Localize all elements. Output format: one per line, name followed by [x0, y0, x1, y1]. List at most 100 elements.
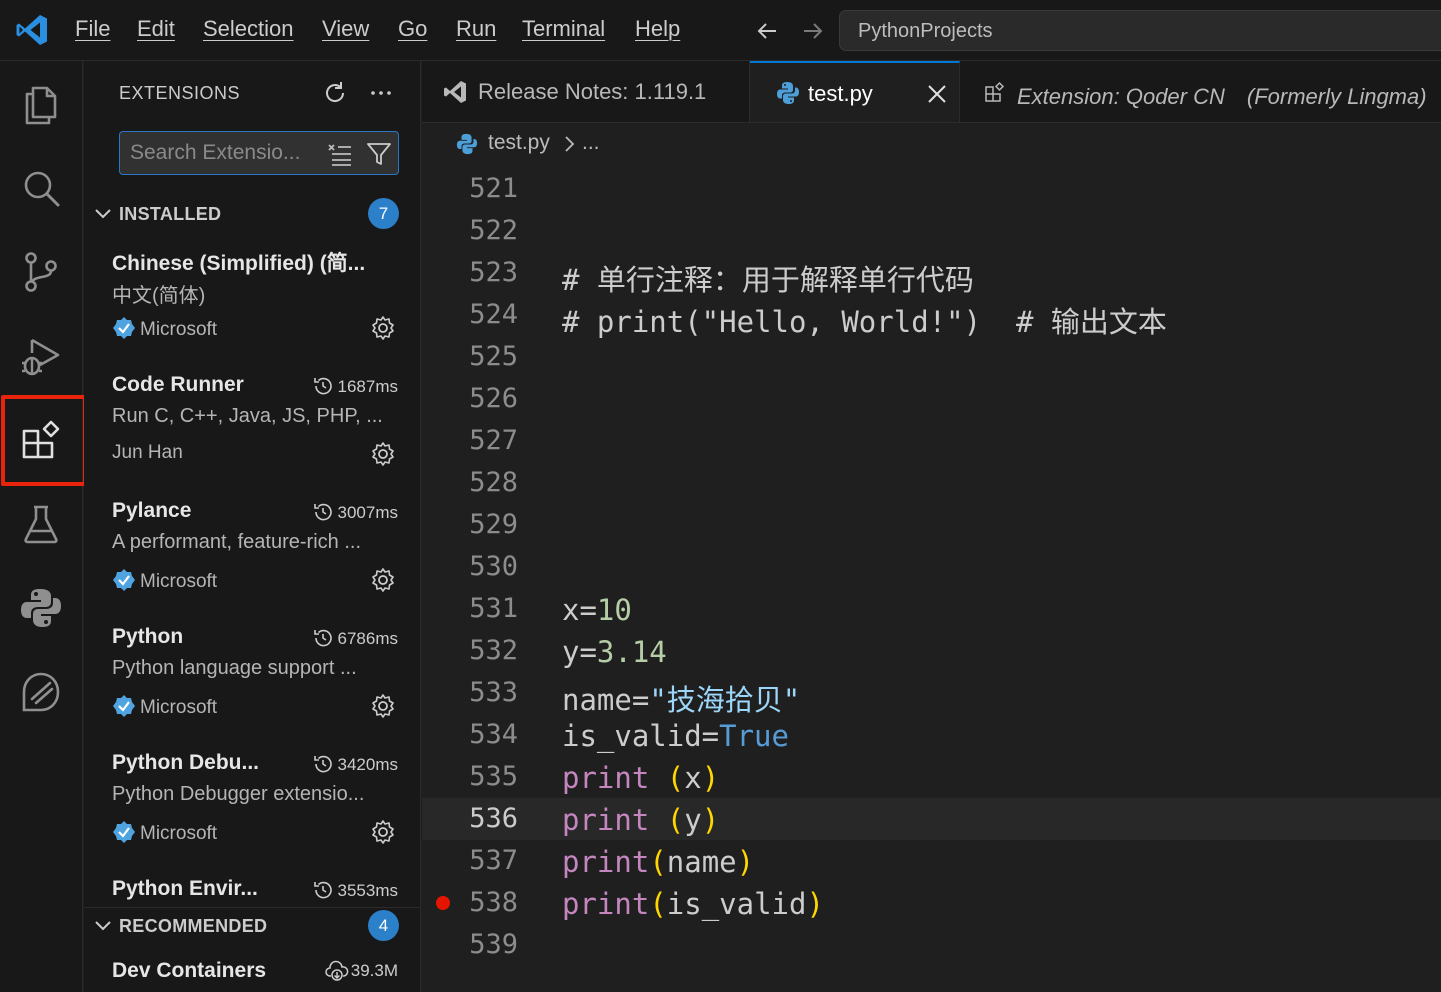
gear-icon[interactable]	[370, 315, 396, 341]
extension-publisher: Microsoft	[112, 568, 217, 593]
refresh-icon[interactable]	[322, 80, 348, 106]
menu-run[interactable]: Run	[456, 16, 496, 42]
code-line: 531 x=10	[422, 588, 1441, 630]
line-number: 537	[469, 845, 518, 876]
code-line: 535 print (x)	[422, 756, 1441, 798]
line-number: 539	[469, 929, 518, 960]
menu-selection[interactable]: Selection	[203, 16, 294, 42]
extension-item-pylance[interactable]: Pylance 3007ms A performant, feature-ric…	[112, 499, 402, 619]
code-text: print(is_valid)	[562, 887, 824, 921]
verified-publisher-icon	[113, 569, 135, 591]
python-file-icon	[777, 82, 799, 104]
code-line: 538 print(is_valid)	[422, 882, 1441, 924]
command-center[interactable]: PythonProjects	[839, 10, 1441, 51]
extension-description: Run C, C++, Java, JS, PHP, ...	[112, 405, 383, 427]
chevron-down-icon	[95, 209, 111, 219]
tab-extension-qoder[interactable]: Extension: Qoder CN (Formerly Lingma)	[960, 61, 1441, 122]
code-text: is_valid=True	[562, 719, 789, 753]
extension-item-python-environments[interactable]: Python Envir... 3553ms	[112, 877, 402, 911]
history-icon	[313, 755, 332, 773]
breadcrumb-symbols[interactable]: ...	[582, 131, 600, 155]
gear-icon[interactable]	[370, 441, 396, 467]
python-file-icon	[456, 133, 478, 155]
extension-item-chinese[interactable]: Chinese (Simplified) (简... 中文(简体) Micros…	[112, 247, 402, 367]
menu-help[interactable]: Help	[635, 16, 680, 42]
code-editor[interactable]: 521 522 523 # 单行注释：用于解释单行代码 524 # print("H…	[422, 165, 1441, 992]
menu-view[interactable]: View	[322, 16, 369, 42]
extension-description: Python language support ...	[112, 657, 357, 679]
extension-item-python[interactable]: Python 6786ms Python language support ..…	[112, 625, 402, 745]
extension-search-box[interactable]	[119, 131, 399, 175]
activation-time: 3420ms	[312, 753, 398, 775]
search-icon[interactable]	[18, 165, 64, 211]
line-number: 521	[469, 173, 518, 204]
tab-release-notes[interactable]: Release Notes: 1.119.1	[422, 61, 750, 122]
line-number: 527	[469, 425, 518, 456]
gear-icon[interactable]	[370, 567, 396, 593]
extension-item-python-debugger[interactable]: Python Debu... 3420ms Python Debugger ex…	[112, 751, 402, 871]
tab-test-py[interactable]: test.py	[750, 61, 960, 122]
code-line: 527	[422, 420, 1441, 462]
sidebar-title: EXTENSIONS	[119, 83, 241, 103]
menu-terminal[interactable]: Terminal	[522, 16, 605, 42]
line-number: 536	[469, 803, 518, 834]
arrow-left-icon[interactable]	[754, 18, 780, 44]
vscode-logo-icon[interactable]	[14, 12, 50, 48]
code-line: 537 print(name)	[422, 840, 1441, 882]
installed-section-header[interactable]: INSTALLED 7	[84, 198, 420, 232]
extension-name: Python Envir...	[112, 877, 258, 900]
code-line: 530	[422, 546, 1441, 588]
testing-icon[interactable]	[18, 501, 64, 547]
code-line: 523 # 单行注释：用于解释单行代码	[422, 252, 1441, 297]
code-text: print(name)	[562, 845, 755, 879]
chevron-down-icon	[95, 921, 111, 931]
python-icon[interactable]	[18, 585, 64, 631]
installed-count-badge: 7	[368, 198, 399, 229]
gear-icon[interactable]	[370, 819, 396, 845]
activation-time: 3007ms	[312, 501, 398, 523]
tab-label: Extension: Qoder CN (Formerly Lingma)	[1017, 84, 1427, 109]
more-actions-icon[interactable]	[368, 80, 394, 106]
line-number: 528	[469, 467, 518, 498]
extension-item-code-runner[interactable]: Code Runner 1687ms Run C, C++, Java, JS,…	[112, 373, 402, 493]
menu-go[interactable]: Go	[398, 16, 427, 42]
breadcrumb-file[interactable]: test.py	[488, 131, 550, 155]
extension-description: 中文(简体)	[112, 285, 206, 307]
verified-publisher-icon	[113, 317, 135, 339]
gear-icon[interactable]	[370, 693, 396, 719]
editor-tabs: Release Notes: 1.119.1 test.py Extension…	[422, 61, 1441, 123]
download-count: 39.3M	[325, 959, 398, 981]
extension-description: A performant, feature-rich ...	[112, 531, 361, 553]
code-text: print (y)	[562, 803, 720, 837]
code-line: 522	[422, 210, 1441, 252]
qoder-icon[interactable]	[18, 669, 64, 715]
line-number: 530	[469, 551, 518, 582]
clear-filter-icon[interactable]	[326, 140, 354, 168]
extension-publisher: Microsoft	[112, 316, 217, 341]
code-text: name="技海拾贝"	[562, 683, 801, 717]
verified-publisher-icon	[113, 821, 135, 843]
extensions-sidebar: EXTENSIONS INSTALLED 7 Chinese (Simplifi…	[84, 61, 421, 992]
menu-file[interactable]: File	[75, 16, 110, 42]
recommended-section-header[interactable]: RECOMMENDED 4	[84, 907, 420, 941]
history-icon	[313, 629, 332, 647]
breakpoint-icon[interactable]	[436, 896, 450, 910]
tab-label: Release Notes: 1.119.1	[478, 79, 707, 104]
explorer-icon[interactable]	[18, 81, 64, 127]
filter-icon[interactable]	[365, 140, 393, 168]
arrow-right-icon[interactable]	[800, 18, 826, 44]
source-control-icon[interactable]	[18, 249, 64, 295]
code-line: 533 name="技海拾贝"	[422, 672, 1441, 717]
code-line-current: 536 print (y)	[422, 798, 1441, 840]
menu-edit[interactable]: Edit	[137, 16, 175, 42]
tab-label: test.py	[808, 81, 873, 106]
line-number: 535	[469, 761, 518, 792]
close-icon[interactable]	[926, 83, 948, 105]
extension-search-input[interactable]	[130, 140, 320, 166]
extension-item-dev-containers[interactable]: Dev Containers 39.3M	[112, 957, 402, 991]
vscode-icon	[444, 81, 466, 103]
history-icon	[313, 503, 332, 521]
run-debug-icon[interactable]	[18, 333, 64, 379]
activation-time: 3553ms	[312, 879, 398, 901]
line-number: 538	[469, 887, 518, 918]
